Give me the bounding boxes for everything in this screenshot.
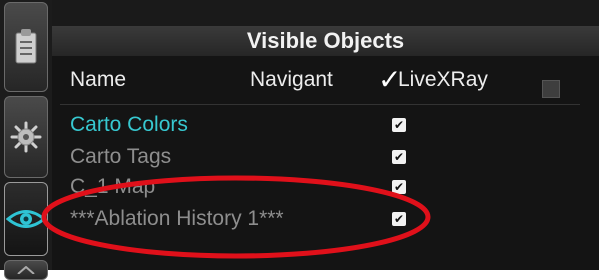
- checkbox-check-icon: ✔: [393, 150, 405, 164]
- list-item[interactable]: Carto Tags ✔: [52, 142, 599, 172]
- tab-more[interactable]: [4, 260, 48, 280]
- clipboard-icon: [15, 29, 37, 64]
- column-header-navigant[interactable]: Navigant: [250, 62, 333, 98]
- gear-icon: [10, 121, 42, 153]
- tab-clipboard[interactable]: [4, 2, 48, 92]
- list-item[interactable]: Carto Colors ✔: [52, 110, 599, 140]
- navigant-checkbox[interactable]: ✔: [392, 150, 406, 164]
- tab-icon: [17, 266, 35, 274]
- column-header-name[interactable]: Name: [70, 62, 126, 98]
- panel-title: Visible Objects: [52, 26, 599, 56]
- checkbox-check-icon: ✔: [393, 118, 405, 132]
- panel-top-strip: [52, 0, 599, 26]
- livexray-toggle-checkbox[interactable]: [542, 80, 560, 98]
- navigant-checkbox[interactable]: ✔: [392, 118, 406, 132]
- highlight-ellipse: [41, 175, 431, 259]
- object-name: Carto Colors: [70, 113, 188, 136]
- header-divider: [60, 104, 580, 105]
- column-header-livexray[interactable]: LiveXRay: [398, 62, 488, 98]
- tab-settings[interactable]: [4, 96, 48, 178]
- object-name: Carto Tags: [70, 145, 172, 168]
